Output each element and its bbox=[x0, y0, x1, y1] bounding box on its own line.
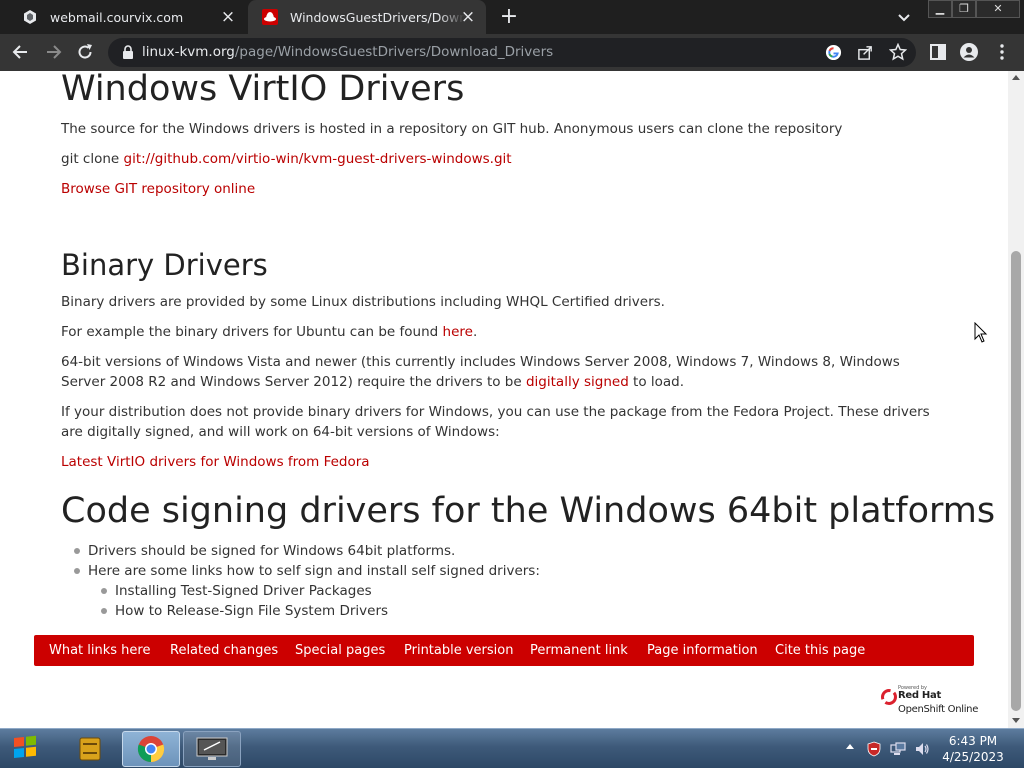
scroll-down-arrow-icon[interactable] bbox=[1012, 718, 1020, 723]
bullet-self-sign-links: Here are some links how to self sign and… bbox=[88, 563, 540, 579]
google-lens-icon[interactable] bbox=[825, 44, 842, 61]
bullet-dot bbox=[74, 568, 80, 574]
url-host: linux-kvm.org bbox=[142, 44, 235, 60]
signed-suffix: to load. bbox=[628, 374, 685, 390]
footer-link-what-links-here[interactable]: What links here bbox=[49, 643, 150, 658]
side-panel-icon[interactable] bbox=[928, 42, 948, 62]
taskbar-clock[interactable]: 6:43 PM 4/25/2023 bbox=[928, 733, 1018, 765]
mouse-cursor-icon bbox=[974, 322, 988, 343]
url-text[interactable]: linux-kvm.org/page/WindowsGuestDrivers/D… bbox=[142, 44, 553, 60]
window-close-button[interactable]: ✕ bbox=[976, 0, 1020, 18]
ubuntu-prefix: For example the binary drivers for Ubunt… bbox=[61, 324, 443, 340]
window-minimize-button[interactable]: ▁ bbox=[928, 0, 952, 18]
fedora-text: If your distribution does not provide bi… bbox=[61, 404, 930, 440]
bullet-dot bbox=[101, 588, 107, 594]
taskbar-chrome-button[interactable] bbox=[122, 731, 180, 767]
show-hidden-icons-arrow-icon[interactable] bbox=[846, 744, 854, 749]
digitally-signed-link[interactable]: digitally signed bbox=[526, 374, 629, 390]
browser-toolbar: linux-kvm.org/page/WindowsGuestDrivers/D… bbox=[0, 34, 1024, 71]
footer-toolbox-bar: What links here Related changes Special … bbox=[34, 635, 974, 666]
footer-link-page-information[interactable]: Page information bbox=[647, 643, 758, 658]
footer-link-permanent-link[interactable]: Permanent link bbox=[530, 643, 628, 658]
page-viewport: Windows VirtIO Drivers The source for th… bbox=[0, 71, 1008, 728]
bookmark-star-icon[interactable] bbox=[889, 43, 907, 61]
bullet-dot bbox=[74, 548, 80, 554]
git-clone-line: git clone git://github.com/virtio-win/kv… bbox=[61, 149, 946, 169]
tab-title: WindowsGuestDrivers/Download_Drivers bbox=[290, 9, 465, 25]
tab-webmail[interactable]: webmail.courvix.com × bbox=[8, 0, 246, 34]
openshift-online-text: OpenShift Online bbox=[898, 704, 979, 715]
windows-taskbar: 6:43 PM 4/25/2023 bbox=[0, 728, 1024, 768]
signed-prefix: 64-bit versions of Windows Vista and new… bbox=[61, 354, 900, 390]
taskbar-remote-desktop-button[interactable] bbox=[183, 731, 241, 767]
vertical-scrollbar[interactable] bbox=[1008, 71, 1024, 728]
git-clone-link[interactable]: git://github.com/virtio-win/kvm-guest-dr… bbox=[124, 151, 512, 167]
webmail-favicon-icon bbox=[24, 10, 36, 24]
git-clone-prefix: git clone bbox=[61, 151, 124, 167]
browse-git-link[interactable]: Browse GIT repository online bbox=[61, 181, 255, 197]
tab-download-drivers[interactable]: WindowsGuestDrivers/Download_Drivers × bbox=[248, 0, 486, 34]
forward-arrow-icon[interactable] bbox=[43, 42, 63, 62]
ubuntu-suffix: . bbox=[472, 324, 478, 340]
openshift-logo-icon bbox=[881, 689, 897, 705]
powered-by-openshift-logo[interactable]: Powered by Red Hat OpenShift Online bbox=[880, 685, 978, 719]
tab-title: webmail.courvix.com bbox=[50, 9, 184, 25]
test-signed-packages-link[interactable]: Installing Test-Signed Driver Packages bbox=[115, 581, 372, 601]
scrollbar-thumb[interactable] bbox=[1011, 251, 1021, 711]
close-tab-icon[interactable]: × bbox=[220, 9, 236, 26]
redhat-favicon-icon bbox=[262, 9, 278, 25]
taskbar-file-explorer-button[interactable] bbox=[61, 731, 119, 767]
binary-drivers-text: Binary drivers are provided by some Linu… bbox=[61, 294, 665, 310]
heading-code-signing: Code signing drivers for the Windows 64b… bbox=[61, 491, 996, 531]
fedora-line: Latest VirtIO drivers for Windows from F… bbox=[61, 452, 946, 472]
chrome-icon bbox=[137, 736, 165, 763]
lock-icon[interactable] bbox=[122, 45, 134, 59]
browse-git-line: Browse GIT repository online bbox=[61, 179, 946, 199]
close-tab-icon[interactable]: × bbox=[460, 9, 476, 26]
footer-link-cite-this-page[interactable]: Cite this page bbox=[775, 643, 865, 658]
ubuntu-drivers-text: For example the binary drivers for Ubunt… bbox=[61, 322, 946, 342]
heading-binary-drivers: Binary Drivers bbox=[61, 248, 268, 282]
network-icon[interactable] bbox=[890, 741, 906, 757]
window-restore-button[interactable]: ❐ bbox=[952, 0, 976, 18]
signed-drivers-text: 64-bit versions of Windows Vista and new… bbox=[61, 352, 946, 392]
windows-start-orb-icon[interactable] bbox=[6, 731, 46, 767]
footer-link-printable-version[interactable]: Printable version bbox=[404, 643, 513, 658]
kebab-menu-icon[interactable] bbox=[992, 42, 1012, 62]
file-explorer-icon bbox=[79, 737, 101, 761]
new-tab-plus-icon[interactable]: + bbox=[498, 6, 520, 28]
footer-link-special-pages[interactable]: Special pages bbox=[295, 643, 385, 658]
clock-date: 4/25/2023 bbox=[942, 750, 1004, 764]
heading-windows-virtio-drivers: Windows VirtIO Drivers bbox=[61, 71, 465, 109]
virtio-intro-text: The source for the Windows drivers is ho… bbox=[61, 121, 843, 137]
footer-link-related-changes[interactable]: Related changes bbox=[170, 643, 278, 658]
back-arrow-icon[interactable] bbox=[11, 42, 31, 62]
release-sign-link[interactable]: How to Release-Sign File System Drivers bbox=[115, 601, 388, 621]
browser-tab-strip: webmail.courvix.com × WindowsGuestDriver… bbox=[0, 0, 1024, 34]
share-icon[interactable] bbox=[857, 44, 874, 61]
profile-avatar-icon[interactable] bbox=[959, 42, 979, 62]
red-hat-text: Red Hat bbox=[898, 690, 941, 701]
address-bar[interactable]: linux-kvm.org/page/WindowsGuestDrivers/D… bbox=[108, 38, 916, 67]
fedora-drivers-link[interactable]: Latest VirtIO drivers for Windows from F… bbox=[61, 454, 370, 470]
url-path: /page/WindowsGuestDrivers/Download_Drive… bbox=[234, 44, 554, 60]
tab-search-chevron-down-icon[interactable] bbox=[896, 9, 912, 25]
reload-icon[interactable] bbox=[75, 42, 95, 62]
clock-time: 6:43 PM bbox=[948, 734, 998, 748]
scroll-up-arrow-icon[interactable] bbox=[1012, 75, 1020, 80]
remote-desktop-icon bbox=[196, 737, 228, 760]
bullet-signed-64bit: Drivers should be signed for Windows 64b… bbox=[88, 543, 456, 559]
ubuntu-here-link[interactable]: here bbox=[443, 324, 473, 340]
bullet-dot bbox=[101, 608, 107, 614]
security-shield-icon[interactable] bbox=[866, 741, 882, 757]
